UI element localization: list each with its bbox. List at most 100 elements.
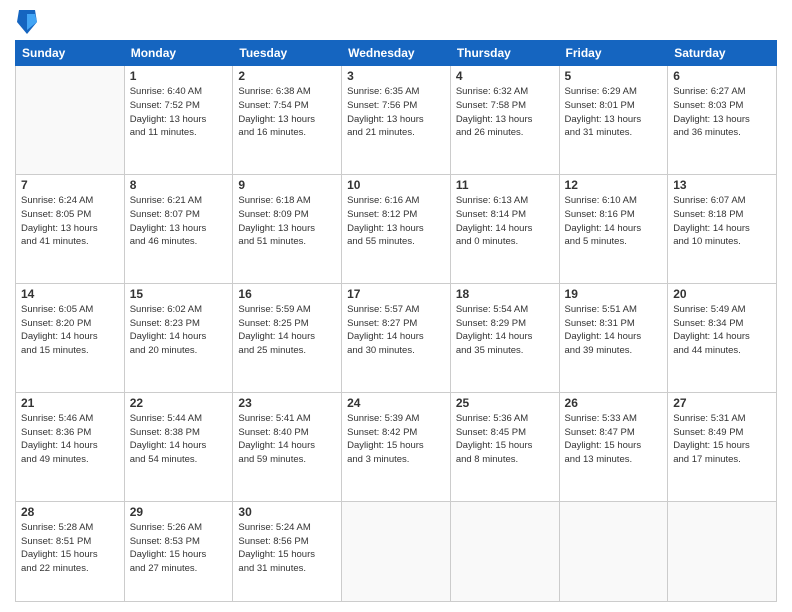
- day-number: 9: [238, 178, 336, 192]
- day-info: Sunrise: 5:36 AM Sunset: 8:45 PM Dayligh…: [456, 412, 554, 467]
- calendar-cell: 9 Sunrise: 6:18 AM Sunset: 8:09 PM Daylig…: [233, 174, 342, 283]
- day-info: Sunrise: 6:27 AM Sunset: 8:03 PM Dayligh…: [673, 85, 771, 140]
- calendar-day-header: Thursday: [450, 41, 559, 66]
- calendar-cell: [559, 501, 668, 601]
- day-info: Sunrise: 5:26 AM Sunset: 8:53 PM Dayligh…: [130, 521, 228, 576]
- calendar-cell: 29 Sunrise: 5:26 AM Sunset: 8:53 PM Dayli…: [124, 501, 233, 601]
- calendar-cell: 5 Sunrise: 6:29 AM Sunset: 8:01 PM Daylig…: [559, 66, 668, 175]
- calendar-cell: 4 Sunrise: 6:32 AM Sunset: 7:58 PM Daylig…: [450, 66, 559, 175]
- calendar-cell: 17 Sunrise: 5:57 AM Sunset: 8:27 PM Dayli…: [342, 283, 451, 392]
- day-info: Sunrise: 6:07 AM Sunset: 8:18 PM Dayligh…: [673, 194, 771, 249]
- day-number: 21: [21, 396, 119, 410]
- day-info: Sunrise: 6:40 AM Sunset: 7:52 PM Dayligh…: [130, 85, 228, 140]
- calendar-week-row: 14 Sunrise: 6:05 AM Sunset: 8:20 PM Dayli…: [16, 283, 777, 392]
- calendar-cell: 30 Sunrise: 5:24 AM Sunset: 8:56 PM Dayli…: [233, 501, 342, 601]
- day-info: Sunrise: 6:05 AM Sunset: 8:20 PM Dayligh…: [21, 303, 119, 358]
- calendar-cell: 11 Sunrise: 6:13 AM Sunset: 8:14 PM Dayli…: [450, 174, 559, 283]
- day-number: 6: [673, 69, 771, 83]
- calendar-cell: 22Sunrise: 5:44 AM Sunset: 8:38 PM Dayli…: [124, 392, 233, 501]
- day-info: Sunrise: 5:28 AM Sunset: 8:51 PM Dayligh…: [21, 521, 119, 576]
- page: SundayMondayTuesdayWednesdayThursdayFrid…: [0, 0, 792, 612]
- calendar-cell: 3Sunrise: 6:35 AM Sunset: 7:56 PM Daylig…: [342, 66, 451, 175]
- day-info: Sunrise: 5:59 AM Sunset: 8:25 PM Dayligh…: [238, 303, 336, 358]
- day-number: 5: [565, 69, 663, 83]
- calendar-day-header: Saturday: [668, 41, 777, 66]
- day-number: 15: [130, 287, 228, 301]
- day-number: 27: [673, 396, 771, 410]
- header: [15, 10, 777, 34]
- day-number: 23: [238, 396, 336, 410]
- day-info: Sunrise: 5:54 AM Sunset: 8:29 PM Dayligh…: [456, 303, 554, 358]
- day-info: Sunrise: 6:13 AM Sunset: 8:14 PM Dayligh…: [456, 194, 554, 249]
- calendar-cell: 28 Sunrise: 5:28 AM Sunset: 8:51 PM Dayli…: [16, 501, 125, 601]
- calendar-week-row: 21 Sunrise: 5:46 AM Sunset: 8:36 PM Dayli…: [16, 392, 777, 501]
- day-number: 4: [456, 69, 554, 83]
- day-info: Sunrise: 6:10 AM Sunset: 8:16 PM Dayligh…: [565, 194, 663, 249]
- calendar-cell: 25Sunrise: 5:36 AM Sunset: 8:45 PM Dayli…: [450, 392, 559, 501]
- day-number: 14: [21, 287, 119, 301]
- day-number: 18: [456, 287, 554, 301]
- day-number: 2: [238, 69, 336, 83]
- day-number: 13: [673, 178, 771, 192]
- day-number: 22: [130, 396, 228, 410]
- day-number: 8: [130, 178, 228, 192]
- calendar-cell: 26Sunrise: 5:33 AM Sunset: 8:47 PM Dayli…: [559, 392, 668, 501]
- day-info: Sunrise: 6:29 AM Sunset: 8:01 PM Dayligh…: [565, 85, 663, 140]
- day-number: 16: [238, 287, 336, 301]
- day-number: 30: [238, 505, 336, 519]
- day-info: Sunrise: 6:38 AM Sunset: 7:54 PM Dayligh…: [238, 85, 336, 140]
- calendar-cell: 20Sunrise: 5:49 AM Sunset: 8:34 PM Dayli…: [668, 283, 777, 392]
- calendar-cell: 23 Sunrise: 5:41 AM Sunset: 8:40 PM Dayli…: [233, 392, 342, 501]
- calendar-cell: 18 Sunrise: 5:54 AM Sunset: 8:29 PM Dayli…: [450, 283, 559, 392]
- calendar-cell: 21 Sunrise: 5:46 AM Sunset: 8:36 PM Dayli…: [16, 392, 125, 501]
- calendar: SundayMondayTuesdayWednesdayThursdayFrid…: [15, 40, 777, 602]
- calendar-cell: [450, 501, 559, 601]
- calendar-cell: 12 Sunrise: 6:10 AM Sunset: 8:16 PM Dayli…: [559, 174, 668, 283]
- calendar-cell: [668, 501, 777, 601]
- day-number: 7: [21, 178, 119, 192]
- calendar-cell: 14 Sunrise: 6:05 AM Sunset: 8:20 PM Dayli…: [16, 283, 125, 392]
- calendar-cell: [342, 501, 451, 601]
- calendar-day-header: Monday: [124, 41, 233, 66]
- calendar-cell: 24 Sunrise: 5:39 AM Sunset: 8:42 PM Dayli…: [342, 392, 451, 501]
- calendar-cell: 1 Sunrise: 6:40 AM Sunset: 7:52 PM Daylig…: [124, 66, 233, 175]
- day-info: Sunrise: 5:39 AM Sunset: 8:42 PM Dayligh…: [347, 412, 445, 467]
- day-number: 1: [130, 69, 228, 83]
- day-number: 24: [347, 396, 445, 410]
- calendar-day-header: Sunday: [16, 41, 125, 66]
- calendar-week-row: 1 Sunrise: 6:40 AM Sunset: 7:52 PM Daylig…: [16, 66, 777, 175]
- day-info: Sunrise: 5:57 AM Sunset: 8:27 PM Dayligh…: [347, 303, 445, 358]
- calendar-cell: 7 Sunrise: 6:24 AM Sunset: 8:05 PM Daylig…: [16, 174, 125, 283]
- day-info: Sunrise: 6:02 AM Sunset: 8:23 PM Dayligh…: [130, 303, 228, 358]
- calendar-cell: 6 Sunrise: 6:27 AM Sunset: 8:03 PM Daylig…: [668, 66, 777, 175]
- day-number: 3: [347, 69, 445, 83]
- day-info: Sunrise: 5:46 AM Sunset: 8:36 PM Dayligh…: [21, 412, 119, 467]
- calendar-cell: 19 Sunrise: 5:51 AM Sunset: 8:31 PM Dayli…: [559, 283, 668, 392]
- day-info: Sunrise: 5:51 AM Sunset: 8:31 PM Dayligh…: [565, 303, 663, 358]
- calendar-day-header: Friday: [559, 41, 668, 66]
- day-number: 29: [130, 505, 228, 519]
- day-number: 12: [565, 178, 663, 192]
- day-info: Sunrise: 6:32 AM Sunset: 7:58 PM Dayligh…: [456, 85, 554, 140]
- day-number: 10: [347, 178, 445, 192]
- day-number: 19: [565, 287, 663, 301]
- day-number: 17: [347, 287, 445, 301]
- day-number: 11: [456, 178, 554, 192]
- calendar-day-header: Tuesday: [233, 41, 342, 66]
- day-info: Sunrise: 5:31 AM Sunset: 8:49 PM Dayligh…: [673, 412, 771, 467]
- logo: [15, 10, 37, 34]
- calendar-header-row: SundayMondayTuesdayWednesdayThursdayFrid…: [16, 41, 777, 66]
- calendar-cell: 13 Sunrise: 6:07 AM Sunset: 8:18 PM Dayli…: [668, 174, 777, 283]
- day-info: Sunrise: 5:49 AM Sunset: 8:34 PM Dayligh…: [673, 303, 771, 358]
- day-info: Sunrise: 6:21 AM Sunset: 8:07 PM Dayligh…: [130, 194, 228, 249]
- day-info: Sunrise: 6:16 AM Sunset: 8:12 PM Dayligh…: [347, 194, 445, 249]
- calendar-cell: 15 Sunrise: 6:02 AM Sunset: 8:23 PM Dayli…: [124, 283, 233, 392]
- day-info: Sunrise: 6:24 AM Sunset: 8:05 PM Dayligh…: [21, 194, 119, 249]
- day-info: Sunrise: 5:24 AM Sunset: 8:56 PM Dayligh…: [238, 521, 336, 576]
- day-number: 28: [21, 505, 119, 519]
- calendar-cell: 16 Sunrise: 5:59 AM Sunset: 8:25 PM Dayli…: [233, 283, 342, 392]
- calendar-week-row: 7 Sunrise: 6:24 AM Sunset: 8:05 PM Daylig…: [16, 174, 777, 283]
- day-info: Sunrise: 5:41 AM Sunset: 8:40 PM Dayligh…: [238, 412, 336, 467]
- day-info: Sunrise: 6:18 AM Sunset: 8:09 PM Dayligh…: [238, 194, 336, 249]
- calendar-week-row: 28 Sunrise: 5:28 AM Sunset: 8:51 PM Dayli…: [16, 501, 777, 601]
